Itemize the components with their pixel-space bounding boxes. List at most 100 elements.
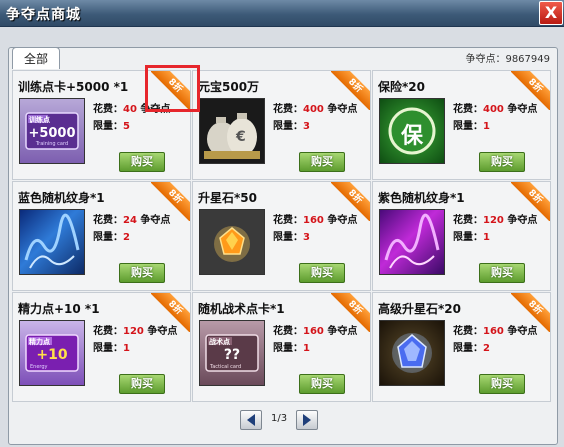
thumb-top-text: 精力点 — [29, 338, 50, 346]
currency-display: 争夺点：9867949 — [465, 50, 550, 65]
item-name: 紫色随机纹身*1 — [378, 191, 465, 205]
item-thumbnail: 战术点 ?? Tactical card — [199, 320, 265, 386]
cost-label: 花费： — [273, 326, 303, 337]
advanced-star-stone-icon — [392, 333, 432, 373]
limit-label: 限量： — [93, 121, 123, 132]
tab-all[interactable]: 全部 — [12, 47, 60, 69]
shop-item-card: 高级升星石*20 8折 花费：160 争夺点 限量：2 购买 — [372, 292, 551, 402]
prev-page-button[interactable] — [240, 410, 262, 430]
thumb-sub-text: Training card — [35, 141, 69, 147]
item-info: 花费：160 争夺点 限量：2 — [453, 323, 537, 357]
close-button[interactable]: X — [539, 1, 563, 25]
item-thumbnail — [379, 320, 445, 386]
item-info: 花费：400 争夺点 限量：3 — [273, 101, 357, 135]
currency-unit: 争夺点 — [140, 215, 171, 226]
item-info: 花费：24 争夺点 限量：2 — [93, 212, 170, 246]
shop-item-card: 蓝色随机纹身*1 8折 花费：24 争夺点 限量：2 购买 — [12, 181, 191, 291]
buy-button[interactable]: 购买 — [479, 152, 525, 172]
purple-tattoo-icon — [384, 213, 440, 269]
item-name: 随机战术点卡*1 — [198, 302, 285, 316]
item-thumbnail: € — [199, 98, 265, 164]
item-limit: 1 — [483, 121, 490, 132]
title-bar: 争夺点商城 X — [0, 0, 564, 27]
currency-label: 争夺点： — [465, 54, 506, 65]
limit-label: 限量： — [273, 232, 303, 243]
item-info: 花费：120 争夺点 限量：1 — [93, 323, 177, 357]
thumb-top-text: 训练点 — [29, 116, 50, 124]
item-info: 花费：120 争夺点 限量：1 — [453, 212, 537, 246]
triangle-left-icon — [247, 414, 255, 426]
item-name: 蓝色随机纹身*1 — [18, 191, 105, 205]
limit-label: 限量： — [93, 232, 123, 243]
limit-label: 限量： — [453, 121, 483, 132]
shop-item-card: 随机战术点卡*1 8折 战术点 ?? Tactical card 花费：160 … — [192, 292, 371, 402]
item-cost: 120 — [123, 326, 144, 337]
item-thumbnail: 训练点 +5000 Training card — [19, 98, 85, 164]
item-cost: 40 — [123, 104, 137, 115]
cost-label: 花费： — [273, 215, 303, 226]
item-info: 花费：400 争夺点 限量：1 — [453, 101, 537, 135]
thumb-text: +5000 — [28, 126, 76, 141]
thumb-sub-text: Energy — [30, 364, 48, 370]
cost-label: 花费： — [453, 104, 483, 115]
item-thumbnail — [379, 209, 445, 275]
item-name: 精力点+10 *1 — [18, 302, 100, 316]
buy-button[interactable]: 购买 — [479, 374, 525, 394]
item-info: 花费：160 争夺点 限量：3 — [273, 212, 357, 246]
item-thumbnail: 精力点 +10 Energy — [19, 320, 85, 386]
shop-item-card: 精力点+10 *1 8折 精力点 +10 Energy 花费：120 争夺点 限… — [12, 292, 191, 402]
item-thumbnail — [19, 209, 85, 275]
limit-label: 限量： — [453, 232, 483, 243]
thumb-top-text: 战术点 — [209, 338, 230, 346]
cost-label: 花费： — [273, 104, 303, 115]
next-page-button[interactable] — [296, 410, 318, 430]
item-limit: 1 — [483, 232, 490, 243]
item-cost: 400 — [483, 104, 504, 115]
buy-button[interactable]: 购买 — [299, 263, 345, 283]
item-info: 花费：160 争夺点 限量：1 — [273, 323, 357, 357]
shop-item-card: 元宝500万 8折 € 花费：400 争夺点 限量：3 购买 — [192, 70, 371, 180]
item-cost: 160 — [303, 326, 324, 337]
buy-button[interactable]: 购买 — [479, 263, 525, 283]
highlight-box — [145, 65, 200, 112]
item-cost: 160 — [303, 215, 324, 226]
shop-item-card: 保险*20 8折 保 花费：400 争夺点 限量：1 购买 — [372, 70, 551, 180]
currency-value: 9867949 — [505, 54, 550, 65]
currency-unit: 争夺点 — [507, 326, 538, 337]
item-name: 高级升星石*20 — [378, 302, 461, 316]
item-name: 训练点卡+5000 *1 — [18, 80, 129, 94]
limit-label: 限量： — [273, 121, 303, 132]
buy-button[interactable]: 购买 — [119, 152, 165, 172]
thumb-text: ?? — [223, 347, 241, 363]
thumb-sub-text: Tactical card — [210, 364, 242, 370]
cost-label: 花费： — [93, 326, 123, 337]
item-thumbnail — [199, 209, 265, 275]
item-limit: 1 — [303, 343, 310, 354]
item-cost: 120 — [483, 215, 504, 226]
shop-item-card: 紫色随机纹身*1 8折 花费：120 争夺点 限量：1 购买 — [372, 181, 551, 291]
item-name: 元宝500万 — [198, 80, 260, 94]
buy-button[interactable]: 购买 — [299, 374, 345, 394]
currency-unit: 争夺点 — [327, 104, 358, 115]
buy-button[interactable]: 购买 — [299, 152, 345, 172]
item-limit: 3 — [303, 232, 310, 243]
cost-label: 花费： — [453, 326, 483, 337]
item-limit: 3 — [303, 121, 310, 132]
limit-label: 限量： — [453, 343, 483, 354]
currency-unit: 争夺点 — [147, 326, 178, 337]
item-limit: 1 — [123, 343, 130, 354]
item-limit: 5 — [123, 121, 130, 132]
buy-button[interactable]: 购买 — [119, 263, 165, 283]
page-indicator: 1/3 — [271, 413, 288, 424]
item-name: 保险*20 — [378, 80, 425, 94]
cost-label: 花费： — [453, 215, 483, 226]
item-name: 升星石*50 — [198, 191, 257, 205]
buy-button[interactable]: 购买 — [119, 374, 165, 394]
limit-label: 限量： — [93, 343, 123, 354]
cost-label: 花费： — [93, 215, 123, 226]
item-cost: 24 — [123, 215, 137, 226]
item-limit: 2 — [123, 232, 130, 243]
thumb-text: +10 — [36, 347, 68, 363]
pagination: 1/3 — [240, 410, 324, 432]
triangle-right-icon — [303, 414, 311, 426]
